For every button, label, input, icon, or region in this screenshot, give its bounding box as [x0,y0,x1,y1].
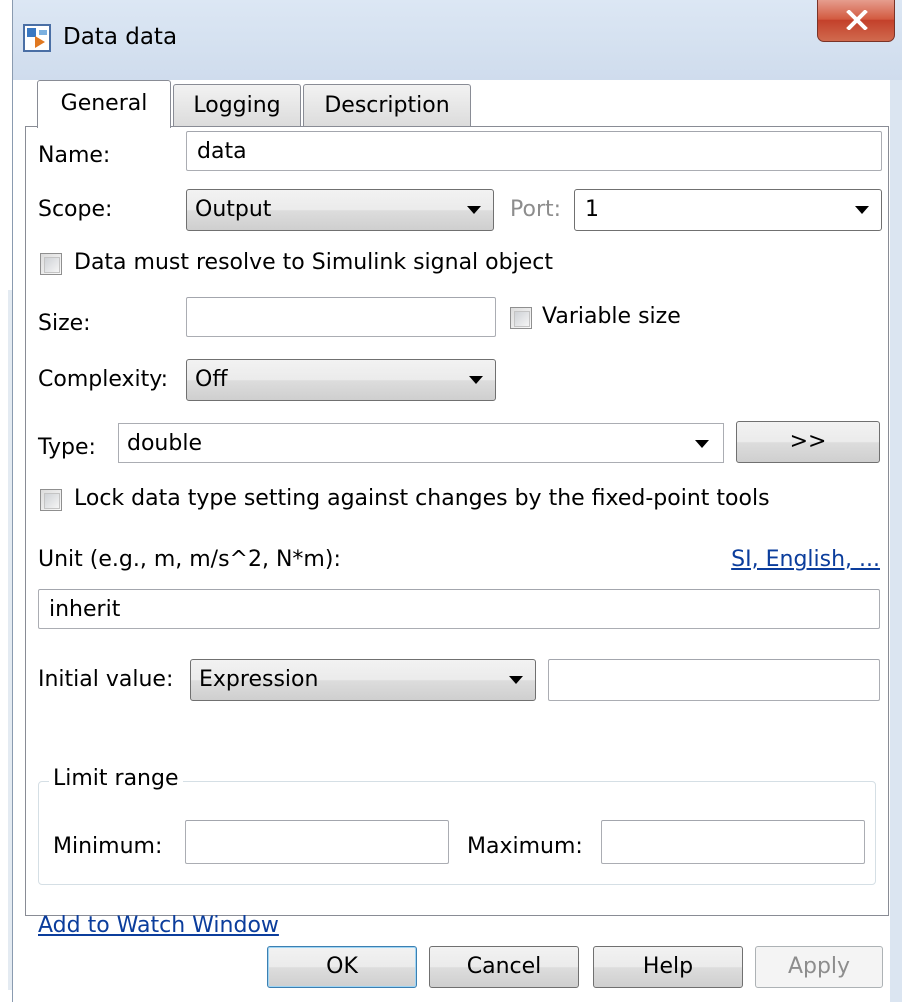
complexity-dropdown-value: Off [195,367,228,392]
chevron-down-icon [469,376,483,384]
unit-systems-link[interactable]: SI, English, ... [731,547,880,572]
data-type-assistant-button[interactable]: >> [736,421,880,463]
minimum-input[interactable] [185,820,449,864]
chevron-down-icon [855,206,869,214]
tab-logging[interactable]: Logging [173,84,301,126]
name-label: Name: [38,143,111,168]
initial-value-input[interactable] [548,659,880,701]
ok-button-label: OK [326,954,358,979]
complexity-label: Complexity: [38,367,169,392]
unit-label: Unit (e.g., m, m/s^2, N*m): [38,547,341,572]
lock-data-type-checkbox[interactable] [40,489,62,511]
simulink-block-icon [23,24,51,52]
variable-size-checkbox[interactable] [510,307,532,329]
help-button-label: Help [642,954,694,979]
maximum-label: Maximum: [467,834,583,859]
type-dropdown[interactable]: double [118,423,724,463]
name-input[interactable]: data [186,131,882,171]
initial-value-mode-value: Expression [199,667,319,692]
minimum-label: Minimum: [53,834,163,859]
scope-dropdown-value: Output [195,197,272,222]
unit-input-value: inherit [49,597,121,622]
scope-label: Scope: [38,197,113,222]
apply-button-label: Apply [787,954,851,979]
limit-range-group: Limit range Minimum: Maximum: [38,766,876,885]
data-properties-dialog: Data data General Logging Description Na… [12,0,902,1002]
tab-description-label: Description [324,93,450,118]
initial-value-label: Initial value: [38,667,174,692]
close-icon [846,10,868,30]
lock-data-type-label: Lock data type setting against changes b… [74,486,770,511]
close-button[interactable] [817,0,895,42]
ok-button[interactable]: OK [267,946,417,988]
resolve-signal-label: Data must resolve to Simulink signal obj… [74,250,553,275]
initial-value-mode-dropdown[interactable]: Expression [190,659,536,701]
cancel-button[interactable]: Cancel [429,946,579,988]
add-to-watch-window-link[interactable]: Add to Watch Window [38,913,279,938]
title-bar[interactable]: Data data [13,0,902,80]
port-label: Port: [510,197,562,222]
tab-description[interactable]: Description [303,84,471,126]
type-dropdown-value: double [127,431,202,456]
scope-dropdown[interactable]: Output [186,189,494,231]
type-label: Type: [38,435,96,460]
size-label: Size: [38,311,91,336]
chevron-down-icon [695,440,709,448]
port-dropdown-value: 1 [585,197,599,222]
variable-size-label: Variable size [542,304,681,329]
chevron-down-icon [509,676,523,684]
port-dropdown[interactable]: 1 [574,189,882,231]
tab-general[interactable]: General [37,80,171,128]
help-button[interactable]: Help [593,946,743,988]
resolve-signal-checkbox[interactable] [40,253,62,275]
general-tab-panel: Name: data Scope: Output Port: 1 Data mu… [25,126,889,938]
name-input-value: data [197,139,247,164]
window-title: Data data [63,24,178,50]
window-frame-right [890,80,902,1002]
chevron-down-icon [467,206,481,214]
dialog-client-area: General Logging Description Name: data S… [13,80,891,1002]
unit-input[interactable]: inherit [38,589,880,629]
maximum-input[interactable] [601,820,865,864]
tab-general-label: General [60,91,148,116]
size-input[interactable] [186,297,496,337]
limit-range-title: Limit range [49,766,183,791]
complexity-dropdown[interactable]: Off [186,359,496,401]
data-type-assistant-label: >> [789,429,827,454]
cancel-button-label: Cancel [466,954,542,979]
apply-button[interactable]: Apply [755,946,883,988]
tab-logging-label: Logging [193,93,281,118]
